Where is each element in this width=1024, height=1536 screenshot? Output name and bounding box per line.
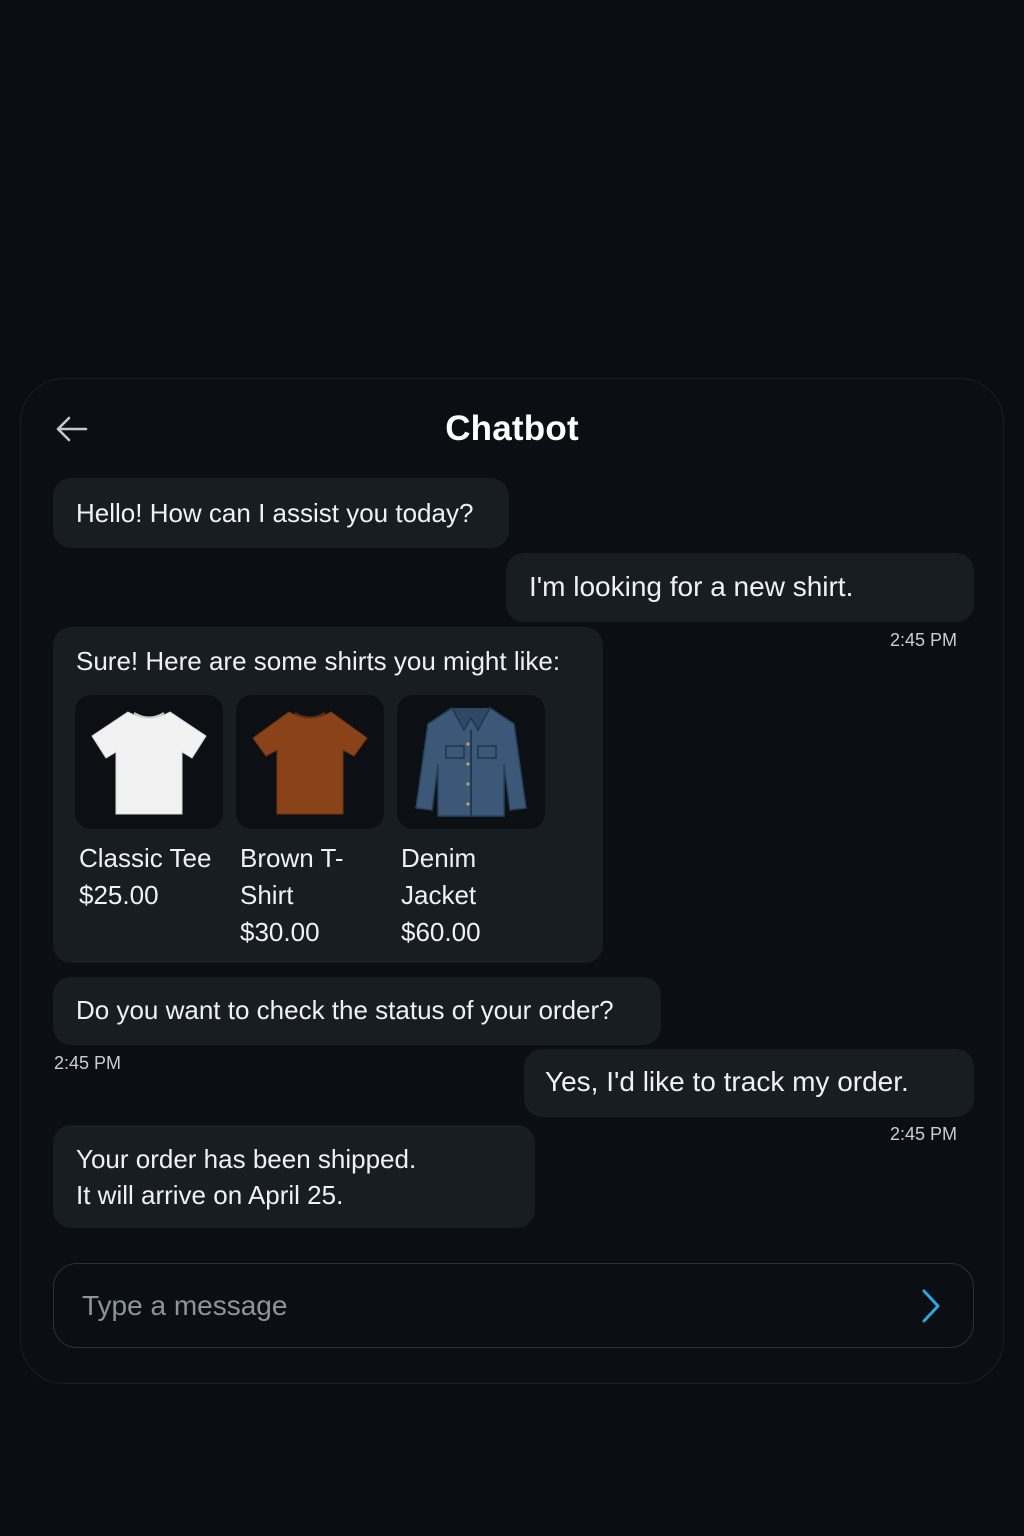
white-tshirt-icon xyxy=(75,695,223,829)
user-message-shirt: I'm looking for a new shirt. xyxy=(506,553,974,622)
bot-message-greeting: Hello! How can I assist you today? xyxy=(53,478,509,548)
chat-header: Chatbot xyxy=(21,379,1003,483)
product-card-denim-jacket[interactable]: Denim Jacket $60.00 xyxy=(397,695,545,951)
message-composer xyxy=(53,1263,974,1348)
bot-message-order-status: Do you want to check the status of your … xyxy=(53,977,661,1045)
product-price: $30.00 xyxy=(240,917,320,947)
product-name: Brown T-Shirt xyxy=(240,843,344,910)
send-button[interactable] xyxy=(907,1282,955,1330)
message-timestamp: 2:45 PM xyxy=(889,1124,957,1144)
denim-jacket-icon xyxy=(397,695,545,829)
product-name: Classic Tee xyxy=(79,843,212,873)
message-line: Your order has been shipped. xyxy=(76,1144,417,1174)
product-price: $60.00 xyxy=(401,917,481,947)
message-line: It will arrive on April 25. xyxy=(76,1180,344,1210)
product-card-brown-tshirt[interactable]: Brown T-Shirt $30.00 xyxy=(236,695,384,951)
product-carousel: Classic Tee $25.00 Brown T-Shirt $30.00 xyxy=(75,695,545,951)
message-input[interactable] xyxy=(82,1264,882,1347)
product-name: Denim Jacket xyxy=(401,843,477,910)
product-price: $25.00 xyxy=(79,880,159,910)
bot-message-shipped: Your order has been shipped. It will arr… xyxy=(53,1125,535,1228)
message-timestamp: 2:45 PM xyxy=(54,1053,122,1073)
chevron-right-icon xyxy=(922,1289,940,1323)
page-title: Chatbot xyxy=(445,409,579,448)
message-timestamp: 2:45 PM xyxy=(889,630,957,650)
product-card-classic-tee[interactable]: Classic Tee $25.00 xyxy=(75,695,223,951)
brown-tshirt-icon xyxy=(236,695,384,829)
suggestions-text: Sure! Here are some shirts you might lik… xyxy=(76,646,561,676)
bot-message-suggestions: Sure! Here are some shirts you might lik… xyxy=(53,627,603,963)
chat-window: Chatbot Hello! How can I assist you toda… xyxy=(20,378,1004,1384)
user-message-track: Yes, I'd like to track my order. xyxy=(524,1049,974,1117)
